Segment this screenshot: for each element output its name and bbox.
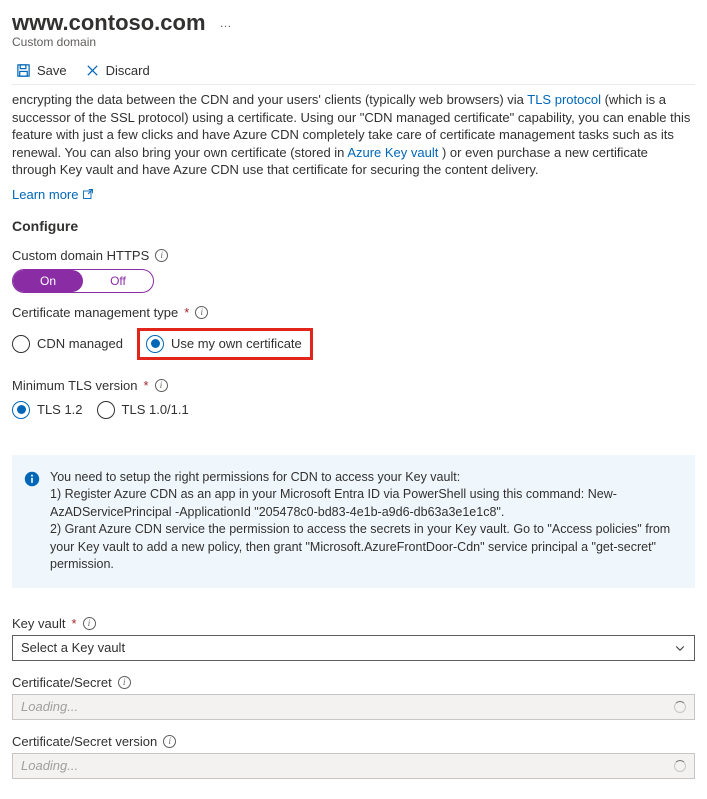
discard-label: Discard	[106, 63, 150, 78]
key-vault-label: Key vault * i	[12, 616, 96, 631]
loading-text: Loading...	[21, 699, 78, 714]
spinner-icon	[674, 760, 686, 772]
close-icon	[85, 63, 100, 78]
discard-button[interactable]: Discard	[81, 63, 150, 78]
loading-text: Loading...	[21, 758, 78, 773]
info-icon	[24, 471, 40, 487]
learn-more-link[interactable]: Learn more	[12, 187, 78, 202]
certificate-secret-label: Certificate/Secret i	[12, 675, 131, 690]
radio-cdn-managed-label: CDN managed	[37, 336, 123, 351]
chevron-down-icon	[674, 642, 686, 654]
azure-key-vault-link[interactable]: Azure Key vault	[347, 145, 438, 160]
more-actions-button[interactable]: …	[216, 16, 237, 30]
https-toggle[interactable]: On Off	[12, 269, 154, 293]
external-link-icon	[82, 188, 94, 200]
radio-tls-10-label: TLS 1.0/1.1	[122, 402, 189, 417]
info-icon[interactable]: i	[195, 306, 208, 319]
info-icon[interactable]: i	[83, 617, 96, 630]
save-icon	[16, 63, 31, 78]
command-bar: Save Discard	[12, 63, 695, 85]
info-icon[interactable]: i	[118, 676, 131, 689]
radio-own-certificate[interactable]: Use my own certificate	[146, 335, 302, 353]
radio-own-certificate-label: Use my own certificate	[171, 336, 302, 351]
cert-management-type-label: Certificate management type * i	[12, 305, 208, 320]
page-title: www.contoso.com	[12, 10, 206, 36]
info-icon[interactable]: i	[155, 379, 168, 392]
key-vault-placeholder: Select a Key vault	[21, 640, 125, 655]
key-vault-select[interactable]: Select a Key vault	[12, 635, 695, 661]
toggle-off-label: Off	[83, 270, 153, 292]
radio-tls-12[interactable]: TLS 1.2	[12, 401, 83, 419]
highlight-own-certificate: Use my own certificate	[137, 328, 313, 360]
tls-protocol-link[interactable]: TLS protocol	[527, 92, 601, 107]
info-icon[interactable]: i	[163, 735, 176, 748]
page-subtitle: Custom domain	[12, 35, 695, 49]
radio-tls-10[interactable]: TLS 1.0/1.1	[97, 401, 189, 419]
radio-tls-12-label: TLS 1.2	[37, 402, 83, 417]
certificate-secret-version-label: Certificate/Secret version i	[12, 734, 176, 749]
spinner-icon	[674, 701, 686, 713]
configure-heading: Configure	[12, 218, 695, 234]
certificate-secret-version-select: Loading...	[12, 753, 695, 779]
save-button[interactable]: Save	[12, 63, 67, 78]
radio-cdn-managed[interactable]: CDN managed	[12, 335, 123, 353]
save-label: Save	[37, 63, 67, 78]
min-tls-version-label: Minimum TLS version * i	[12, 378, 168, 393]
certificate-secret-select: Loading...	[12, 694, 695, 720]
info-icon[interactable]: i	[155, 249, 168, 262]
custom-domain-https-label: Custom domain HTTPS i	[12, 248, 168, 263]
intro-text: encrypting the data between the CDN and …	[12, 91, 695, 179]
toggle-on-label: On	[13, 270, 83, 292]
permissions-info-box: You need to setup the right permissions …	[12, 455, 695, 588]
